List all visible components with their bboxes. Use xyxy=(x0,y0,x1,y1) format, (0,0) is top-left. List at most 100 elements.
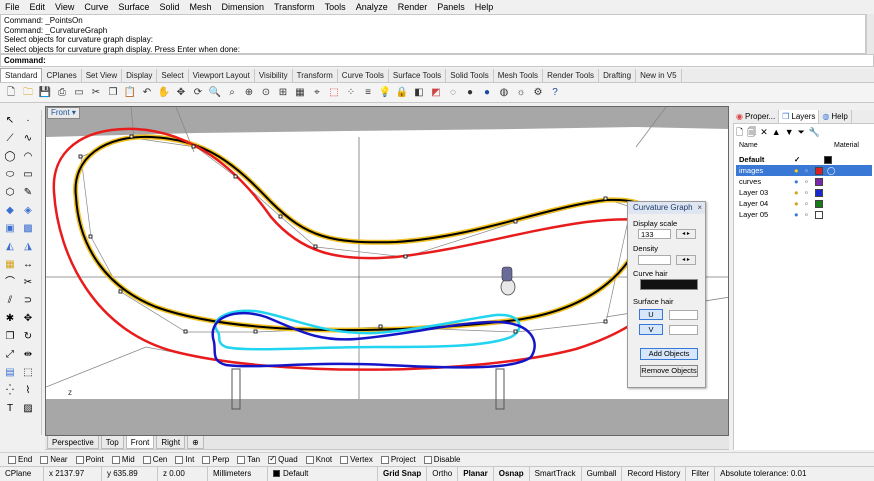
lock-icon[interactable]: ▫ xyxy=(805,176,815,187)
surface-corner-icon[interactable]: ◈ xyxy=(21,204,35,218)
layer-row[interactable]: Layer 05 ● ▫ xyxy=(736,209,872,220)
menu-mesh[interactable]: Mesh xyxy=(184,0,216,14)
dimension-icon[interactable]: ↔ xyxy=(21,258,35,272)
history-scrollbar[interactable] xyxy=(866,14,874,54)
checkbox[interactable] xyxy=(340,455,349,464)
menu-tools[interactable]: Tools xyxy=(320,0,351,14)
v-hair-toggle[interactable]: V xyxy=(639,324,663,335)
copy-icon[interactable]: ❐ xyxy=(3,330,17,344)
close-icon[interactable]: × xyxy=(697,202,702,214)
rotate-icon[interactable]: ↻ xyxy=(21,330,35,344)
osnap-toggle[interactable]: Osnap xyxy=(494,466,530,481)
tab-visibility[interactable]: Visibility xyxy=(255,69,293,82)
lightbulb-icon[interactable]: ● xyxy=(794,165,805,176)
properties-icon[interactable]: ◧ xyxy=(412,86,426,100)
render-icon[interactable]: ◍ xyxy=(497,86,511,100)
move-icon[interactable]: ✥ xyxy=(174,86,188,100)
pan-hand-icon[interactable]: ✋ xyxy=(157,86,171,100)
tab-layers[interactable]: ❒ Layers xyxy=(779,110,820,123)
cut-icon[interactable]: ✂ xyxy=(89,86,103,100)
layer-color-swatch[interactable] xyxy=(815,177,823,186)
lock-icon[interactable]: ▫ xyxy=(805,198,815,209)
trim-icon[interactable]: ✂ xyxy=(21,276,35,290)
v-hair-color[interactable] xyxy=(669,325,698,335)
osnap-disable[interactable]: Disable xyxy=(423,455,460,464)
checkbox[interactable] xyxy=(111,455,120,464)
rotate-view-icon[interactable]: ⟳ xyxy=(191,86,205,100)
point-icon[interactable]: · xyxy=(21,114,35,128)
menu-edit[interactable]: Edit xyxy=(25,0,51,14)
mesh-icon[interactable]: ▦ xyxy=(3,258,17,272)
lock-icon[interactable]: ▫ xyxy=(805,209,815,220)
lightbulb-icon[interactable]: ● xyxy=(794,187,805,198)
join-icon[interactable]: ⊃ xyxy=(21,294,35,308)
lock-icon[interactable]: ▫ xyxy=(805,165,815,176)
layer-color-swatch[interactable] xyxy=(815,210,823,219)
filter-icon[interactable]: ⏷ xyxy=(798,126,805,138)
new-sublayer-icon[interactable]: 🗐 xyxy=(747,126,756,138)
checkbox[interactable] xyxy=(305,455,314,464)
zoom-icon[interactable]: 🔍 xyxy=(208,86,222,100)
tab-cplanes[interactable]: CPlanes xyxy=(42,69,82,82)
select-arrow-icon[interactable]: ↖ xyxy=(3,114,17,128)
rendered-sphere-icon[interactable]: ● xyxy=(480,86,494,100)
lock-icon[interactable]: ▫ xyxy=(805,187,815,198)
lightbulb-icon[interactable]: ● xyxy=(794,176,805,187)
menu-file[interactable]: File xyxy=(0,0,25,14)
polygon-icon[interactable]: ⬡ xyxy=(3,186,17,200)
material-icon[interactable]: ◩ xyxy=(429,86,443,100)
paste-icon[interactable]: 📋 xyxy=(123,86,137,100)
print-icon[interactable]: ⎙ xyxy=(55,86,69,100)
display-scale-spinner[interactable]: ◂ ▸ xyxy=(676,229,696,239)
light-icon[interactable]: ☼ xyxy=(514,86,528,100)
osnap-int[interactable]: Int xyxy=(175,455,194,464)
wireframe-sphere-icon[interactable]: ◌ xyxy=(446,86,460,100)
hatch-icon[interactable]: ▨ xyxy=(21,402,35,416)
surface-icon[interactable]: ◆ xyxy=(3,204,17,218)
extrude-icon[interactable]: ▣ xyxy=(3,222,17,236)
curve-hair-color-button[interactable] xyxy=(640,279,698,290)
checkbox[interactable] xyxy=(202,455,211,464)
checkbox[interactable] xyxy=(8,455,16,464)
tab-front[interactable]: Front xyxy=(125,436,155,449)
display-scale-field[interactable]: 133 xyxy=(638,229,671,239)
u-hair-toggle[interactable]: U xyxy=(639,309,663,320)
units-display[interactable]: Millimeters xyxy=(208,466,268,481)
tab-solid-tools[interactable]: Solid Tools xyxy=(446,69,494,82)
tab-perspective[interactable]: Perspective xyxy=(47,436,99,449)
planar-toggle[interactable]: Planar xyxy=(458,466,494,481)
viewport-title[interactable]: Front ▾ xyxy=(47,107,80,119)
new-file-icon[interactable]: 🗋 xyxy=(4,86,18,100)
menu-surface[interactable]: Surface xyxy=(113,0,154,14)
tab-right[interactable]: Right xyxy=(156,436,186,449)
text-icon[interactable]: T xyxy=(3,402,17,416)
cplane-icon[interactable]: ⌖ xyxy=(310,86,324,100)
smarttrack-toggle[interactable]: SmartTrack xyxy=(530,466,582,481)
rectangle-icon[interactable]: ▭ xyxy=(21,168,35,182)
tab-standard[interactable]: Standard xyxy=(0,68,43,82)
tab-curve-tools[interactable]: Curve Tools xyxy=(338,69,389,82)
osnap-project[interactable]: Project xyxy=(380,455,416,464)
tab-set-view[interactable]: Set View xyxy=(82,69,123,82)
checkbox[interactable] xyxy=(423,455,432,464)
tab-top[interactable]: Top xyxy=(100,436,124,449)
zoom-selected-icon[interactable]: ⊙ xyxy=(259,86,273,100)
help-icon[interactable]: ? xyxy=(548,86,562,100)
osnap-cen[interactable]: Cen xyxy=(142,455,167,464)
checkbox[interactable] xyxy=(175,455,184,464)
u-hair-color[interactable] xyxy=(669,310,698,320)
lightbulb-icon[interactable]: 💡 xyxy=(378,86,392,100)
density-spinner[interactable]: ◂ ▸ xyxy=(676,255,696,265)
layer-row[interactable]: Layer 03 ● ▫ xyxy=(736,187,872,198)
menu-panels[interactable]: Panels xyxy=(432,0,470,14)
options-icon[interactable]: ⚙ xyxy=(531,86,545,100)
material-icon[interactable]: ◯ xyxy=(827,165,835,176)
density-field[interactable] xyxy=(638,255,671,265)
command-input[interactable]: Command: xyxy=(0,54,874,67)
grid-snap-toggle[interactable]: Grid Snap xyxy=(378,466,428,481)
zoom-extents-icon[interactable]: ⊕ xyxy=(242,86,256,100)
osnap-quad[interactable]: Quad xyxy=(268,454,298,464)
tab-display[interactable]: Display xyxy=(122,69,158,82)
tab-viewport-layout[interactable]: Viewport Layout xyxy=(189,69,255,82)
lightbulb-icon[interactable]: ● xyxy=(794,198,805,209)
